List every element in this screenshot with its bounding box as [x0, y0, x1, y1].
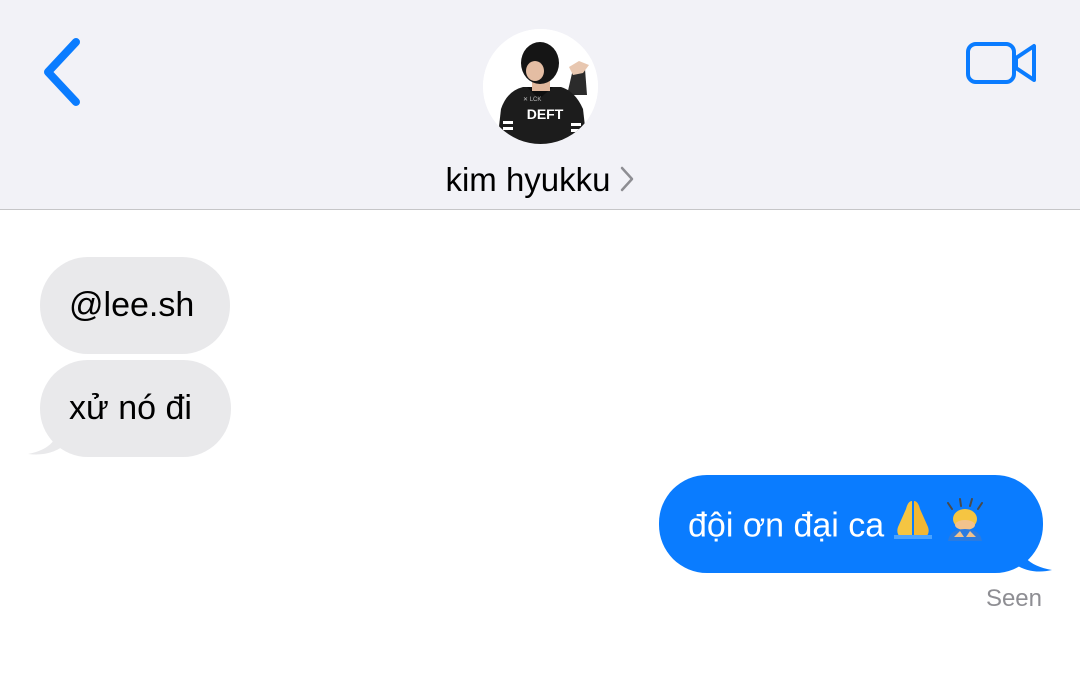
avatar-photo: DEFT ✕ LCK [483, 29, 598, 144]
svg-text:✕ LCK: ✕ LCK [523, 97, 541, 103]
contact-avatar[interactable]: DEFT ✕ LCK [483, 29, 598, 144]
read-receipt: Seen [985, 585, 1042, 612]
message-text: @lee.sh [69, 286, 195, 324]
folded-hands-emoji [890, 497, 936, 552]
message-text: xử nó đi [69, 389, 192, 427]
bowing-person-emoji [942, 497, 988, 552]
back-button[interactable] [36, 34, 92, 110]
incoming-message-bubble[interactable]: @lee.sh [40, 257, 230, 354]
message-text: đội ơn đại ca [688, 506, 885, 545]
chevron-right-icon [620, 167, 633, 192]
chevron-left-icon [44, 38, 80, 106]
outgoing-bubble-tail [1010, 536, 1052, 572]
incoming-bubble-tail [28, 420, 68, 455]
contact-name-button[interactable]: kim hyukku [0, 158, 1080, 202]
outgoing-message-bubble[interactable]: đội ơn đại ca [659, 475, 1043, 573]
video-camera-icon [966, 42, 1036, 84]
contact-name: kim hyukku [445, 161, 611, 198]
avatar-jersey-text: DEFT [527, 106, 564, 122]
video-call-button[interactable] [962, 36, 1042, 92]
conversation-header: DEFT ✕ LCK kim hyukku [0, 0, 1080, 210]
